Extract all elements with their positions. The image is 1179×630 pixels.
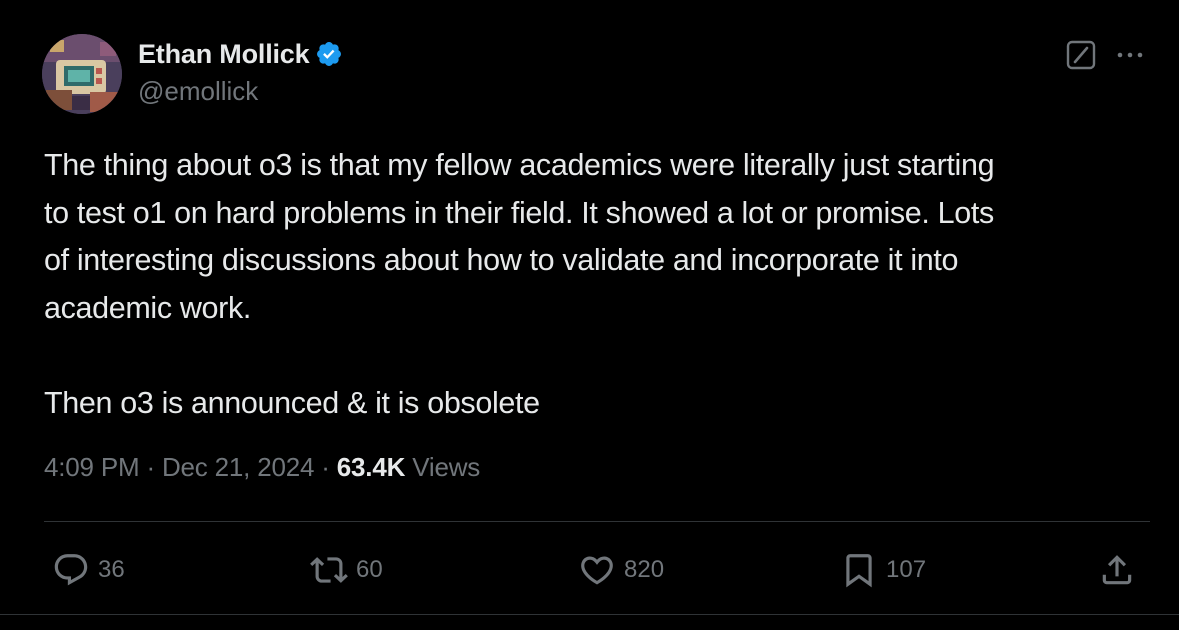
reply-button[interactable]: 36 — [52, 550, 125, 590]
share-button[interactable] — [1098, 550, 1136, 590]
bookmark-button[interactable]: 107 — [840, 550, 926, 590]
meta-separator: · — [146, 452, 155, 482]
author-handle[interactable]: @emollick — [138, 76, 258, 107]
bottom-divider — [0, 614, 1179, 615]
avatar[interactable] — [42, 34, 122, 114]
tweet-text-line: The thing about o3 is that my fellow aca… — [44, 148, 995, 182]
reply-count: 36 — [98, 556, 125, 583]
tweet-text-line: Then o3 is announced & it is obsolete — [44, 385, 540, 420]
heart-icon — [581, 556, 613, 585]
like-count: 820 — [624, 556, 665, 583]
tweet-card: Ethan Mollick @emollick The thing about … — [0, 0, 1179, 630]
more-options-icon[interactable] — [1114, 42, 1146, 68]
verified-badge-icon[interactable] — [315, 40, 343, 68]
tweet-text-line: of interesting discussions about how to … — [44, 243, 959, 277]
like-button[interactable]: 820 — [578, 550, 664, 590]
tweet-text-line: to test o1 on hard problems in their fie… — [44, 195, 994, 230]
tweet-date[interactable]: Dec 21, 2024 — [162, 452, 314, 482]
tweet-time[interactable]: 4:09 PM — [44, 452, 140, 482]
views-label: Views — [412, 452, 481, 482]
share-icon — [1102, 555, 1132, 585]
repost-button[interactable]: 60 — [310, 550, 383, 590]
meta-separator: · — [321, 452, 330, 482]
repost-count: 60 — [356, 556, 383, 583]
grok-icon[interactable] — [1066, 40, 1096, 70]
tweet-meta: 4:09 PM · Dec 21, 2024 · 63.4K Views — [44, 452, 480, 483]
author-name-row: Ethan Mollick — [138, 36, 343, 72]
tweet-text: The thing about o3 is that my fellow aca… — [44, 142, 1154, 427]
divider — [44, 521, 1150, 522]
bookmark-icon — [846, 554, 872, 588]
tweet-text-line: academic work. — [44, 290, 251, 325]
bookmark-count: 107 — [886, 556, 927, 583]
repost-icon — [310, 557, 348, 583]
reply-icon — [54, 554, 88, 586]
avatar-image — [42, 34, 122, 114]
author-display-name[interactable]: Ethan Mollick — [138, 39, 310, 70]
views-count: 63.4K — [336, 452, 406, 482]
